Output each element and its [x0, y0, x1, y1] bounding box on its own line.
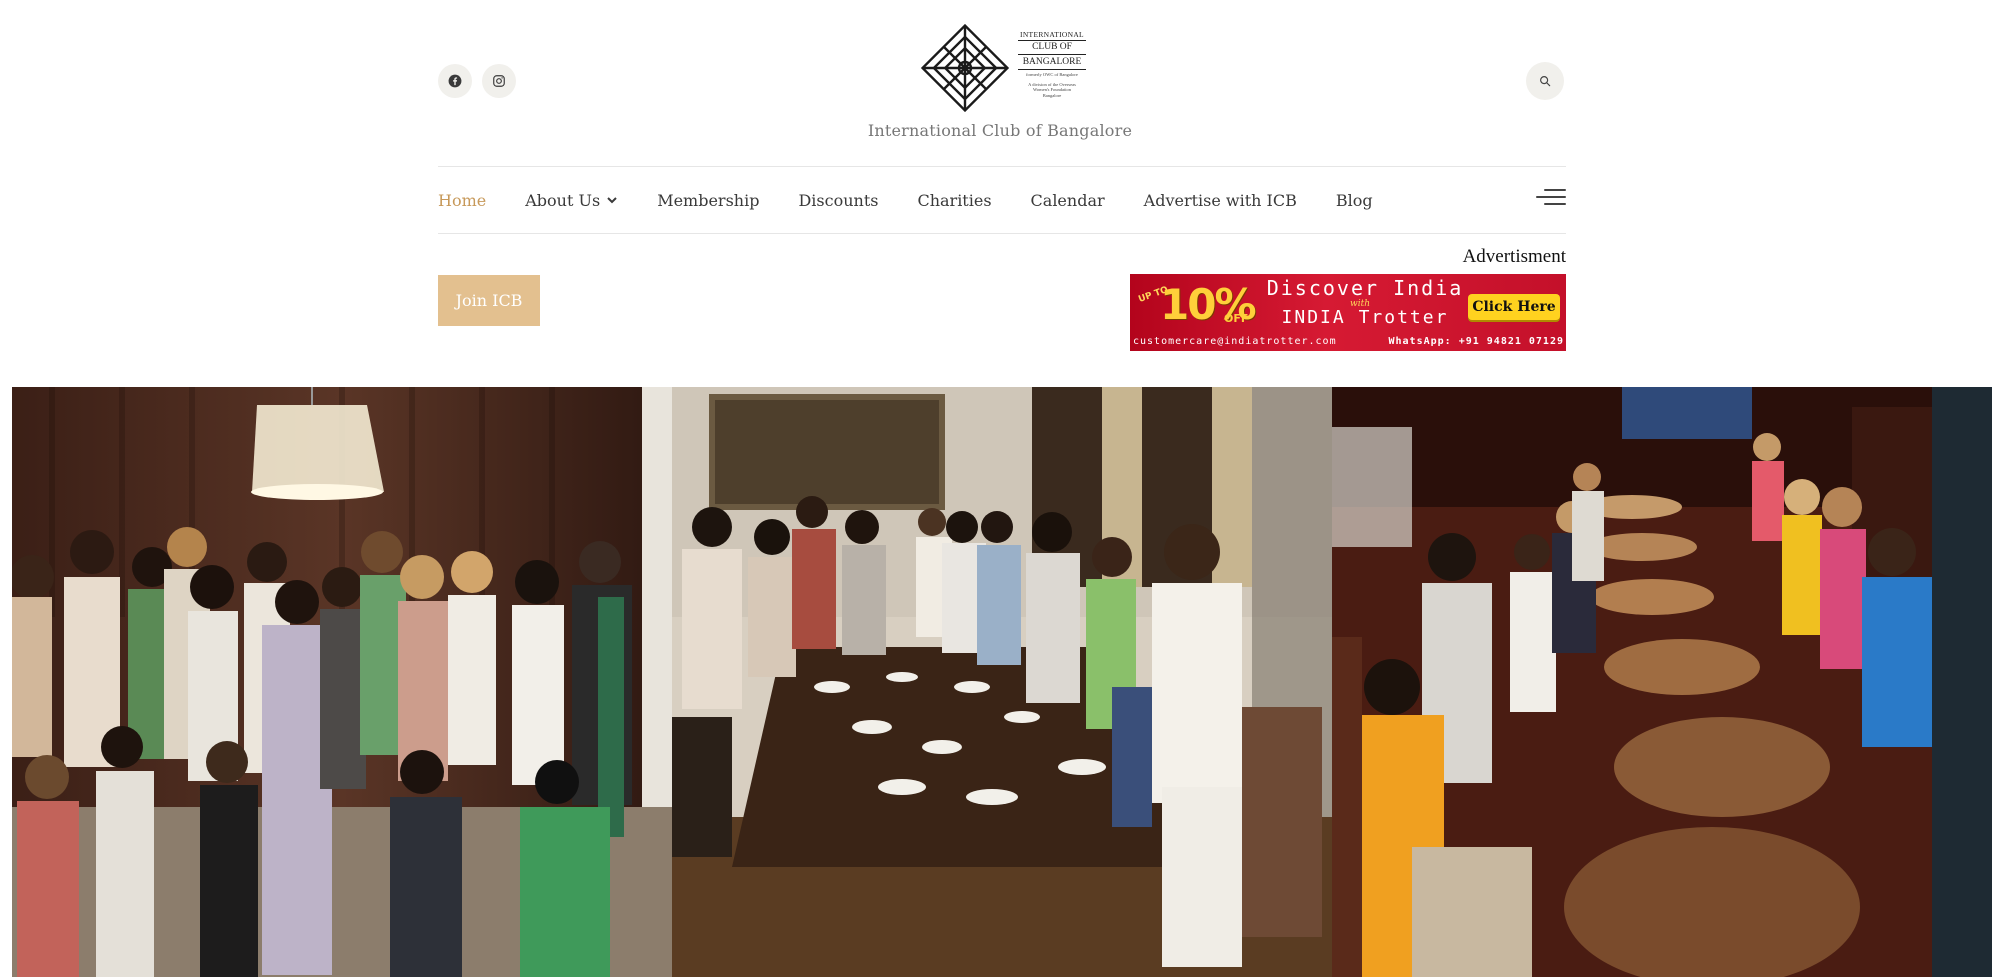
ad-brand: INDIA Trotter — [1281, 307, 1449, 328]
ad-banner[interactable]: UP TO 10% OFF Discover India with INDIA … — [1130, 274, 1566, 351]
facebook-icon — [448, 74, 462, 88]
social-links — [438, 64, 516, 98]
nav-item-home[interactable]: Home — [438, 191, 486, 210]
logo-subtitle-4: Bangalore — [1042, 92, 1062, 98]
nav-item-blog[interactable]: Blog — [1336, 191, 1373, 210]
ad-label: Advertisment — [1462, 246, 1566, 267]
knot-logo-icon — [920, 24, 1010, 112]
nav-item-label: About Us — [525, 190, 601, 210]
nav-bottom-divider — [438, 233, 1566, 234]
chevron-down-icon — [607, 197, 617, 204]
site-title[interactable]: International Club of Bangalore — [0, 121, 2000, 140]
nav-item-about-us[interactable]: About Us — [525, 191, 618, 210]
ad-footer: customercare@indiatrotter.com WhatsApp: … — [1130, 334, 1566, 351]
search-button[interactable] — [1526, 62, 1564, 100]
nav-top-divider — [438, 166, 1566, 167]
gallery-photo-2[interactable] — [672, 387, 1332, 977]
logo-subtitle-1: formerly OWC of Bangalore — [1026, 72, 1078, 77]
search-icon — [1540, 76, 1551, 87]
logo-line-2: CLUB OF — [1018, 40, 1086, 55]
gallery-photo-1[interactable] — [12, 387, 672, 977]
table-photo-image — [672, 387, 1332, 977]
group-photo-image — [12, 387, 672, 977]
nav-item-discounts[interactable]: Discounts — [798, 191, 878, 210]
nav-item-charities[interactable]: Charities — [917, 191, 991, 210]
nav-item-calendar[interactable]: Calendar — [1031, 191, 1105, 210]
site-logo[interactable]: INTERNATIONAL CLUB OF BANGALORE formerly… — [919, 24, 1086, 112]
ad-email: customercare@indiatrotter.com — [1133, 336, 1337, 347]
photo-gallery — [12, 387, 1992, 977]
ad-headline: Discover India — [1266, 276, 1464, 300]
facebook-button[interactable] — [438, 64, 472, 98]
join-icb-button[interactable]: Join ICB — [438, 275, 540, 326]
logo-line-3: BANGALORE — [1018, 56, 1086, 70]
ad-off: OFF — [1224, 312, 1249, 325]
main-nav: Home About Us Membership Discounts Chari… — [438, 186, 1412, 214]
ad-whatsapp: WhatsApp: +91 94821 07129 — [1388, 336, 1564, 347]
ad-click-here-button[interactable]: Click Here — [1468, 294, 1560, 320]
cafe-photo-image — [1332, 387, 1992, 977]
logo-wordmark: INTERNATIONAL CLUB OF BANGALORE formerly… — [1018, 30, 1086, 98]
hamburger-menu-icon[interactable] — [1536, 187, 1566, 209]
instagram-icon — [493, 75, 505, 87]
gallery-photo-3[interactable] — [1332, 387, 1992, 977]
nav-item-membership[interactable]: Membership — [657, 191, 759, 210]
logo-line-1: INTERNATIONAL — [1020, 30, 1084, 39]
nav-item-advertise[interactable]: Advertise with ICB — [1144, 191, 1297, 210]
instagram-button[interactable] — [482, 64, 516, 98]
